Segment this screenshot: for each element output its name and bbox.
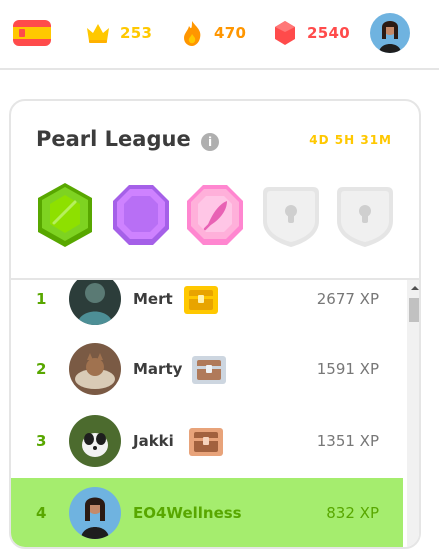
- user-name[interactable]: Mert: [133, 280, 173, 334]
- avatar-photo-icon: [69, 487, 121, 539]
- crown-icon: [87, 24, 109, 43]
- streak-counter[interactable]: 470: [178, 18, 246, 48]
- leaderboard-row[interactable]: 2 Marty 1591 XP: [11, 334, 403, 404]
- leaderboard-row-current-user[interactable]: 4 EO4Wellness 832 XP: [11, 478, 403, 547]
- leaderboard-row[interactable]: 3 Jakki 1351 XP: [11, 406, 403, 476]
- silver-chest-icon: [192, 356, 226, 384]
- user-avatar[interactable]: [69, 415, 121, 467]
- user-xp: 1351 XP: [316, 432, 379, 450]
- avatar-photo-icon: [69, 343, 121, 395]
- locked-league-icon[interactable]: [261, 181, 321, 249]
- top-bar: 253 470 2540: [0, 0, 439, 68]
- user-xp: 1591 XP: [316, 360, 379, 378]
- leaderboard-row[interactable]: 1 Mert 2677 XP: [11, 280, 403, 334]
- scroll-up-arrow-icon[interactable]: [407, 280, 421, 296]
- league-title: Pearl League: [36, 127, 191, 151]
- user-xp: 832 XP: [326, 504, 379, 522]
- crowns-counter[interactable]: 253: [84, 18, 152, 48]
- user-xp: 2677 XP: [316, 290, 379, 308]
- avatar-photo-icon: [69, 415, 121, 467]
- avatar-photo-icon: [69, 280, 121, 325]
- spain-flag-icon: [13, 20, 51, 46]
- rank-number: 4: [36, 504, 47, 522]
- amethyst-league-icon[interactable]: [111, 181, 171, 249]
- leaderboard-scrollbar[interactable]: [407, 280, 421, 547]
- bronze-chest-icon: [189, 428, 223, 456]
- user-name[interactable]: EO4Wellness: [133, 478, 242, 547]
- gems-counter[interactable]: 2540: [271, 18, 350, 48]
- leaderboard-list[interactable]: 1 Mert 2677 XP 2 Marty 1591 XP 3 Jakki 1…: [11, 280, 421, 547]
- locked-league-icon[interactable]: [335, 181, 395, 249]
- league-timer: 4D 5H 31M: [309, 133, 392, 147]
- rank-number: 2: [36, 360, 47, 378]
- scrollbar-thumb[interactable]: [409, 298, 419, 322]
- top-bar-divider: [0, 68, 439, 70]
- info-icon[interactable]: i: [201, 133, 219, 151]
- user-avatar[interactable]: [69, 343, 121, 395]
- profile-avatar-icon: [370, 13, 410, 53]
- rank-number: 1: [36, 290, 47, 308]
- user-name[interactable]: Jakki: [133, 406, 174, 476]
- gem-icon: [275, 21, 295, 45]
- user-avatar[interactable]: [69, 487, 121, 539]
- league-badges: [35, 181, 405, 251]
- crowns-count: 253: [120, 24, 153, 42]
- flame-icon: [184, 21, 201, 46]
- user-name[interactable]: Marty: [133, 334, 182, 404]
- pearl-league-icon[interactable]: [185, 181, 245, 249]
- profile-avatar-button[interactable]: [370, 13, 410, 53]
- rank-number: 3: [36, 432, 47, 450]
- emerald-league-icon[interactable]: [35, 181, 95, 249]
- streak-count: 470: [214, 24, 247, 42]
- gems-count: 2540: [307, 24, 350, 42]
- language-flag-button[interactable]: [12, 18, 52, 48]
- gold-chest-icon: [184, 286, 218, 314]
- league-card: Pearl League i 4D 5H 31M 1 Mert 2677 XP …: [9, 99, 421, 549]
- user-avatar[interactable]: [69, 280, 121, 325]
